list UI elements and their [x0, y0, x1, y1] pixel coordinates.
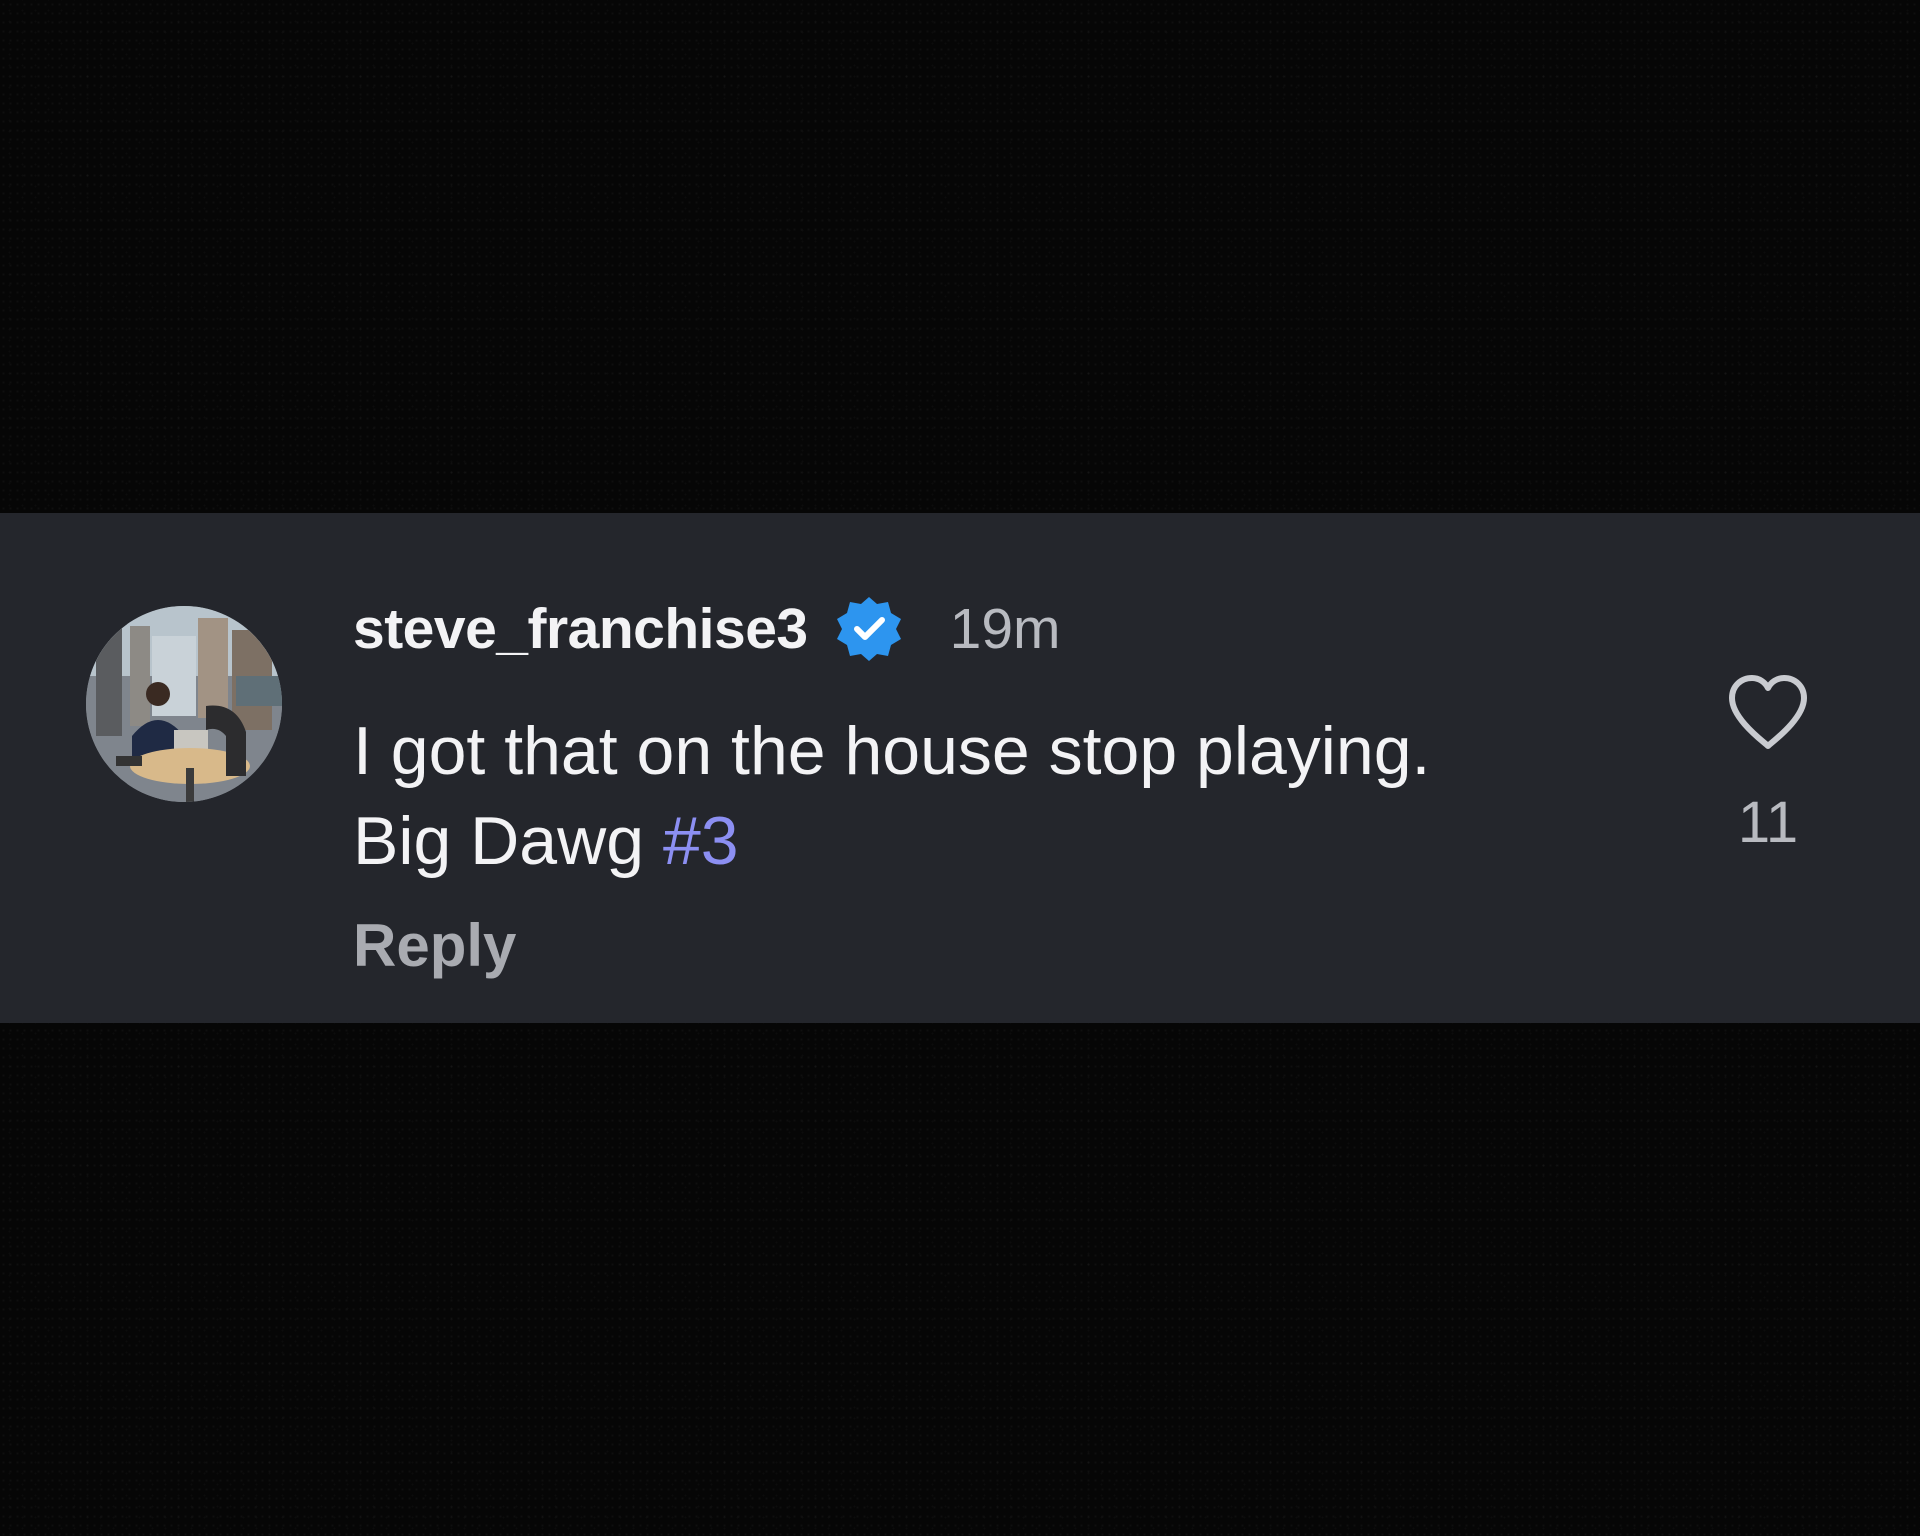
heart-outline-icon	[1729, 675, 1807, 749]
comment-panel: steve_franchise3 19m I got that on the h…	[0, 513, 1920, 1023]
like-count: 11	[1737, 790, 1799, 855]
timestamp: 19m	[949, 597, 1061, 661]
comment-header: steve_franchise3 19m	[353, 589, 1061, 669]
comment-text-line-1: I got that on the house stop playing.	[353, 713, 1431, 789]
comment-text: I got that on the house stop playing. Bi…	[353, 706, 1653, 886]
comment-text-line-2: Big Dawg #3	[353, 796, 1653, 886]
username[interactable]: steve_franchise3	[353, 596, 808, 662]
verified-badge-icon	[834, 594, 904, 664]
like-button[interactable]	[1724, 673, 1812, 753]
hashtag-link[interactable]: #3	[663, 803, 739, 879]
avatar[interactable]	[86, 606, 282, 802]
avatar-photo	[86, 606, 282, 802]
reply-button[interactable]: Reply	[353, 911, 516, 980]
comment-text-line-2-prefix: Big Dawg	[353, 803, 645, 879]
